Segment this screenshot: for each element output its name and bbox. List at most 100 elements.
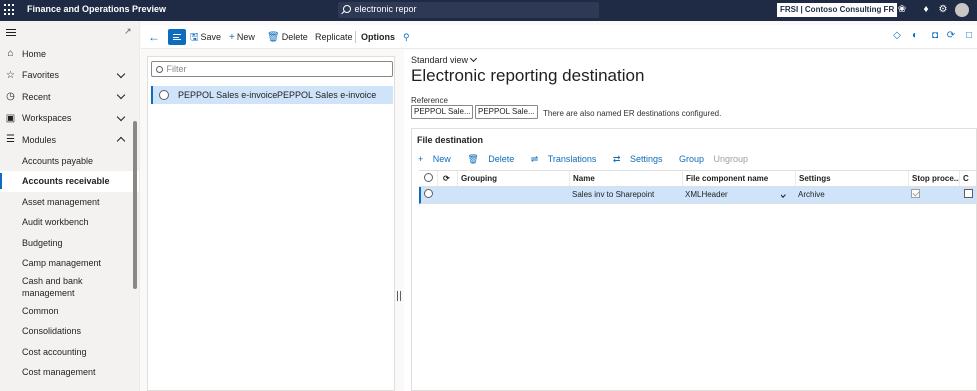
search-icon	[156, 66, 163, 73]
column-grouping[interactable]: Grouping	[457, 171, 569, 186]
trash-icon: 🗑	[267, 32, 280, 43]
delete-button[interactable]: 🗑 Delete	[267, 29, 308, 45]
hamburger-icon[interactable]	[6, 29, 16, 36]
list-item-reference: PEPPOL Sales e-invoice	[178, 90, 278, 100]
action-pane: ← 🖫 Save + New 🗑 Delete Replicate Options ⚲…	[141, 25, 977, 49]
nav-item-recent[interactable]: ◷ Recent	[0, 86, 139, 108]
view-label: Standard view	[411, 55, 469, 65]
chevron-up-icon[interactable]	[116, 136, 126, 146]
grid-new-button[interactable]: + New	[418, 154, 458, 164]
translate-icon: ⇌	[530, 154, 539, 164]
cell-name[interactable]: Sales inv to Sharepoint	[569, 187, 682, 203]
reference-label: Reference	[411, 96, 448, 105]
office-icon[interactable]: ◐	[909, 29, 921, 43]
cell-settings[interactable]: Archive	[795, 187, 908, 203]
action-menu-button[interactable]	[168, 29, 186, 45]
nav-item-label: Home	[22, 48, 47, 59]
reference-field-1[interactable]: PEPPOL Sale...	[411, 105, 473, 119]
column-stop-processing[interactable]: Stop proce...	[908, 171, 959, 186]
module-common[interactable]: Common	[0, 301, 139, 322]
nav-item-favorites[interactable]: ☆ Favorites	[0, 65, 139, 87]
grid-delete-label: Delete	[488, 154, 515, 164]
save-button[interactable]: 🖫 Save	[190, 29, 221, 45]
list-item[interactable]: PEPPOL Sales e-invoice PEPPOL Sales e-in…	[151, 86, 393, 104]
nav-item-modules[interactable]: ☰ Modules	[0, 129, 139, 151]
search-icon[interactable]: ⚲	[403, 29, 410, 45]
diamond-icon[interactable]: ◇	[891, 29, 903, 43]
options-button[interactable]: Options	[361, 29, 395, 45]
menu-icon	[173, 34, 181, 40]
save-icon: 🖫	[190, 32, 199, 43]
new-button[interactable]: + New	[229, 29, 255, 45]
top-bar: Finance and Operations Preview electroni…	[0, 0, 977, 21]
module-cost-management[interactable]: Cost management	[0, 362, 139, 383]
navigation-pane: ↗ ⌂ Home ☆ Favorites ◷ Recent ▣ Workspac…	[0, 21, 140, 391]
replicate-button[interactable]: Replicate	[315, 29, 353, 45]
settings-button[interactable]: ⇄ Settings	[613, 154, 670, 164]
chevron-down-icon[interactable]	[116, 69, 126, 78]
reference-note: There are also named ER destinations con…	[543, 109, 722, 118]
translations-label: Translations	[547, 154, 597, 164]
module-accounts-receivable[interactable]: Accounts receivable	[0, 171, 139, 192]
pin-icon[interactable]: ↗	[124, 26, 132, 37]
nav-item-home[interactable]: ⌂ Home	[0, 43, 139, 65]
table-row[interactable]: Sales inv to Sharepoint XMLHeader Archiv…	[419, 187, 976, 204]
settings-icon[interactable]: ⚙	[937, 3, 949, 17]
column-name[interactable]: Name	[569, 171, 682, 186]
section-header[interactable]: File destination	[417, 135, 483, 145]
module-camp-management[interactable]: Camp management	[0, 253, 139, 274]
column-file-component-name[interactable]: File component name	[682, 171, 795, 186]
chevron-down-icon[interactable]	[116, 90, 126, 100]
group-button[interactable]: Group	[679, 154, 704, 164]
search-box[interactable]: electronic repor	[338, 2, 599, 18]
row-select-radio[interactable]	[159, 90, 169, 100]
chevron-down-icon[interactable]	[116, 112, 126, 121]
list-icon: ☰	[6, 134, 15, 145]
nav-item-workspaces[interactable]: ▣ Workspaces	[0, 108, 139, 130]
chevron-down-icon[interactable]	[781, 187, 793, 203]
workspace-icon: ▣	[5, 112, 16, 124]
star-icon: ☆	[6, 69, 15, 81]
copilot-icon[interactable]: ❀	[896, 3, 908, 17]
column-settings[interactable]: Settings	[795, 171, 908, 186]
module-asset-management[interactable]: Asset management	[0, 192, 139, 213]
stop-processing-checkbox	[908, 187, 959, 203]
module-audit-workbench[interactable]: Audit workbench	[0, 212, 139, 233]
page-title: Electronic reporting destination	[411, 66, 645, 85]
company-picker[interactable]: FRSI | Contoso Consulting FR	[777, 3, 898, 17]
c-checkbox[interactable]	[959, 187, 976, 203]
app-launcher-icon[interactable]	[4, 4, 16, 16]
translations-button[interactable]: ⇌ Translations	[531, 154, 604, 164]
plus-icon: +	[229, 32, 235, 43]
filter-input[interactable]: Filter	[151, 61, 393, 77]
nav-scrollbar[interactable]	[133, 121, 137, 289]
settings-label: Settings	[629, 154, 663, 164]
module-consolidations[interactable]: Consolidations	[0, 321, 139, 342]
cell-file-component-name[interactable]: XMLHeader	[682, 187, 782, 203]
column-c[interactable]: C	[959, 171, 976, 186]
bell-icon[interactable]: ♦	[920, 3, 932, 17]
module-budgeting[interactable]: Budgeting	[0, 233, 139, 254]
search-input[interactable]: electronic repor	[355, 4, 417, 14]
avatar[interactable]	[955, 3, 969, 17]
reference-field-2[interactable]: PEPPOL Sale...	[475, 105, 538, 119]
select-all-radio[interactable]	[419, 171, 437, 186]
module-cash-and-bank-management[interactable]: Cash and bank management	[0, 274, 110, 301]
view-selector[interactable]: Standard view	[411, 54, 478, 65]
grid-new-label: New	[432, 154, 451, 164]
plus-icon: +	[418, 154, 424, 164]
attach-icon[interactable]: ◘	[929, 29, 941, 43]
row-select-radio[interactable]	[421, 187, 437, 203]
back-button[interactable]: ←	[148, 29, 162, 45]
grid-delete-button[interactable]: 🗑 Delete	[467, 154, 521, 164]
refresh-icon[interactable]: ⟳	[945, 29, 957, 43]
ungroup-button: Ungroup	[713, 154, 749, 164]
refresh-icon[interactable]: ⟳	[437, 171, 457, 186]
cell-grouping[interactable]	[457, 187, 569, 203]
module-accounts-payable[interactable]: Accounts payable	[0, 151, 139, 172]
nav-item-label: Favorites	[22, 70, 60, 81]
pane-splitter[interactable]	[397, 291, 401, 301]
module-cost-accounting[interactable]: Cost accounting	[0, 342, 139, 363]
popout-icon[interactable]: □	[963, 29, 975, 43]
file-destination-section: File destination + New 🗑 Delete ⇌ Transl…	[411, 128, 977, 391]
